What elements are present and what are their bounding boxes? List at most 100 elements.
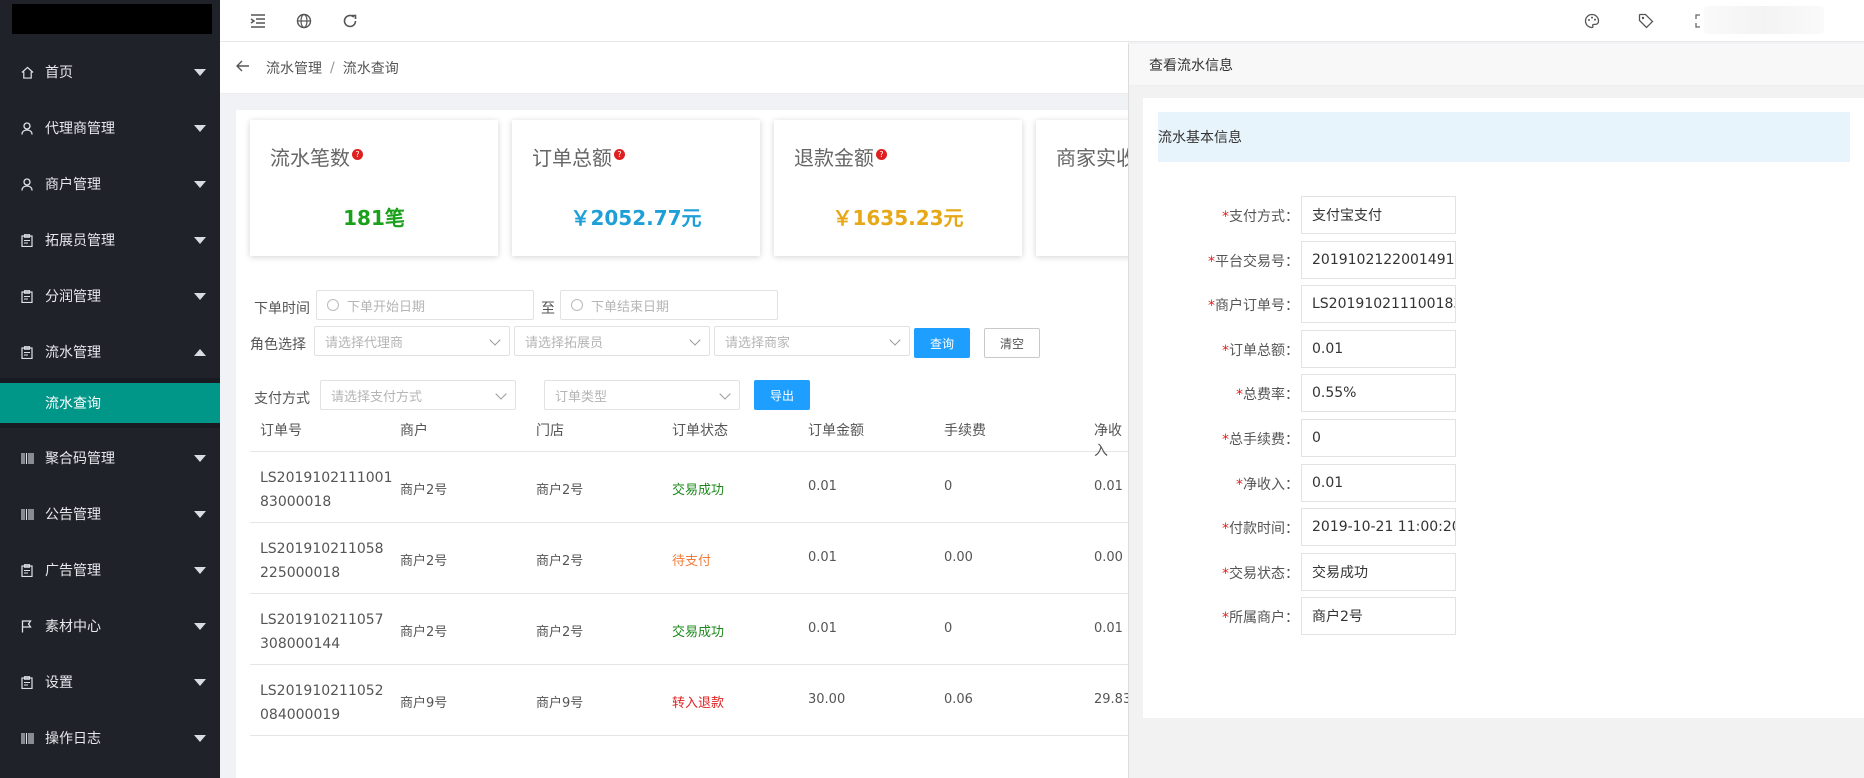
cell-merchant: 商户9号	[400, 696, 448, 711]
main-content: 流水笔数? 181笔 订单总额? ￥2052.77元 退款金额? ￥1635.23元 商家实…	[236, 110, 1284, 778]
clear-button[interactable]: 清空	[984, 328, 1040, 358]
stat-card-title: 退款金额?	[794, 142, 887, 171]
form-row: *平台交易号： 20191021220014916	[1143, 240, 1864, 279]
query-button[interactable]: 查询	[914, 328, 970, 358]
help-icon[interactable]: ?	[352, 149, 363, 160]
tag-icon[interactable]	[1636, 11, 1656, 31]
stat-card-value: ￥1635.23元	[832, 206, 964, 230]
order-time-label: 下单时间	[254, 301, 310, 317]
cell-store: 商户2号	[536, 554, 584, 569]
cell-merchant: 商户2号	[400, 554, 448, 569]
pay-method-label: 支付方式	[254, 391, 310, 407]
form-row: *总手续费： 0	[1143, 419, 1864, 457]
sidebar-item-6[interactable]: 聚合码管理	[0, 430, 220, 486]
refresh-icon[interactable]	[340, 11, 360, 31]
field-label: *净收入：	[1236, 474, 1299, 494]
col-order-status: 订单状态	[672, 423, 728, 439]
sidebar-item-11[interactable]: 操作日志	[0, 710, 220, 766]
stat-card-value: 181笔	[343, 206, 405, 230]
form-row: *所属商户： 商户2号	[1143, 597, 1864, 636]
field-value-input[interactable]: 0	[1301, 419, 1456, 457]
cell-order-no: LS2019102111001 83000018	[260, 466, 392, 514]
order-start-date-input[interactable]: 下单开始日期	[316, 290, 534, 320]
field-label: *支付方式：	[1222, 206, 1299, 226]
expander-select[interactable]: 请选择拓展员	[514, 326, 710, 356]
field-label-text: 总费率：	[1243, 387, 1299, 404]
barcode-icon	[20, 507, 34, 521]
table-row[interactable]: LS201910211057 308000144 商户2号 商户2号 交易成功 0.01 0…	[250, 594, 1128, 665]
table-row[interactable]: LS2019102111001 83000018 商户2号 商户2号 交易成功 0.01 0…	[250, 452, 1128, 523]
sidebar-item-3[interactable]: 拓展员管理	[0, 212, 220, 268]
cell-store: 商户9号	[536, 696, 584, 711]
stat-card-title-text: 流水笔数	[270, 146, 350, 170]
expander-select-placeholder: 请选择拓展员	[525, 335, 604, 351]
field-value-input[interactable]: 0.55%	[1301, 374, 1456, 413]
field-value-input[interactable]: 交易成功	[1301, 552, 1456, 591]
field-label: *订单总额：	[1222, 340, 1299, 360]
breadcrumb-parent[interactable]: 流水管理	[266, 58, 322, 78]
pay-method-placeholder: 请选择支付方式	[331, 389, 423, 405]
field-value-input[interactable]: 支付宝支付	[1301, 196, 1456, 234]
sidebar-item-9[interactable]: 素材中心	[0, 598, 220, 654]
field-label-text: 净收入：	[1243, 476, 1299, 493]
table-row[interactable]: LS201910211052 084000019 商户9号 商户9号 转入退款 30.00…	[250, 665, 1128, 736]
sidebar-item-10[interactable]: 设置	[0, 654, 220, 710]
chevron-down-icon	[889, 334, 901, 346]
help-icon[interactable]: ?	[876, 149, 887, 160]
sidebar-item-7[interactable]: 公告管理	[0, 486, 220, 542]
field-value-input[interactable]: LS20191021110018300	[1301, 285, 1456, 324]
top-header	[220, 0, 1864, 42]
field-value-input[interactable]: 0.01	[1301, 329, 1456, 368]
cell-status: 交易成功	[672, 625, 725, 640]
sidebar-item-1[interactable]: 代理商管理	[0, 100, 220, 156]
stat-card-title: 流水笔数?	[270, 142, 363, 171]
chevron-down-icon	[689, 334, 701, 346]
help-icon[interactable]: ?	[614, 149, 625, 160]
clipboard-icon	[20, 675, 34, 689]
home-icon	[20, 65, 34, 79]
table-row[interactable]: LS201910211058 225000018 商户2号 商户2号 待支付 0.01 0.…	[250, 523, 1128, 594]
cell-net: 29.83	[1094, 692, 1128, 707]
required-mark: *	[1222, 610, 1229, 627]
cell-amount: 0.01	[808, 621, 837, 636]
required-mark: *	[1222, 432, 1229, 448]
field-value-input[interactable]: 20191021220014916	[1301, 240, 1456, 279]
required-mark: *	[1208, 253, 1215, 270]
field-value-input[interactable]: 0.01	[1301, 463, 1456, 502]
sidebar-item-0[interactable]: 首页	[0, 44, 220, 100]
palette-icon[interactable]	[1582, 11, 1602, 31]
required-mark: *	[1236, 476, 1243, 493]
breadcrumb-separator: /	[330, 59, 335, 76]
col-merchant: 商户	[400, 423, 428, 439]
field-value-input[interactable]: 2019-10-21 11:00:20	[1301, 508, 1456, 547]
field-value-input[interactable]: 商户2号	[1301, 597, 1456, 636]
globe-icon[interactable]	[294, 11, 314, 31]
field-label-text: 交易状态：	[1229, 565, 1299, 582]
sidebar-item-label: 公告管理	[45, 507, 101, 523]
clock-icon	[571, 299, 583, 311]
form-row: *订单总额： 0.01	[1143, 329, 1864, 368]
indent-icon[interactable]	[248, 11, 268, 31]
sidebar-item-8[interactable]: 广告管理	[0, 542, 220, 598]
order-no-line1: LS201910211058	[260, 541, 384, 557]
cell-fee: 0	[944, 479, 953, 494]
sidebar: 首页 代理商管理 商户管理 拓展员管理 分润管理 流水管理聚合码管理公告管理广告管理 素材中…	[0, 0, 220, 778]
back-arrow-icon[interactable]	[236, 60, 250, 76]
sidebar-item-4[interactable]: 分润管理	[0, 268, 220, 324]
stat-card-title-text: 退款金额	[794, 146, 874, 170]
agent-select[interactable]: 请选择代理商	[314, 326, 510, 356]
sidebar-item-label: 操作日志	[45, 731, 101, 747]
sidebar-item-5[interactable]: 流水管理	[0, 324, 220, 380]
sidebar-item-2[interactable]: 商户管理	[0, 156, 220, 212]
caret-down-icon	[194, 734, 206, 742]
order-no-line1: LS201910211057	[260, 612, 384, 628]
merchant-select[interactable]: 请选择商家	[714, 326, 910, 356]
user-avatar-area[interactable]	[1704, 6, 1824, 34]
field-label: *总手续费：	[1222, 429, 1299, 449]
user-icon	[20, 177, 34, 191]
sidebar-subitem-flow-query[interactable]: 流水查询	[0, 383, 220, 423]
order-no-line1: LS201910211052	[260, 683, 384, 699]
order-end-date-input[interactable]: 下单结束日期	[560, 290, 778, 320]
field-label: *商户订单号：	[1208, 295, 1299, 315]
cell-fee: 0.06	[944, 692, 973, 707]
